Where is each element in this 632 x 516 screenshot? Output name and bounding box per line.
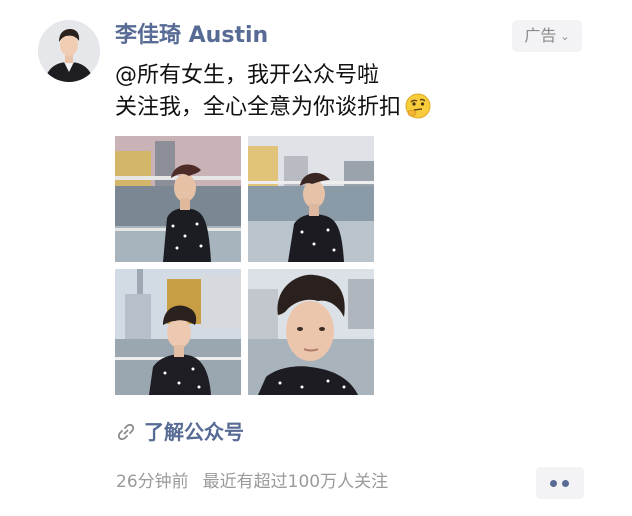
post-photo-3[interactable] — [115, 269, 241, 395]
chevron-down-icon: ⌄ — [560, 30, 570, 43]
post-time: 26分钟前 — [116, 472, 189, 492]
more-dots-icon — [562, 480, 569, 487]
learn-official-account-label: 了解公众号 — [144, 420, 244, 444]
post-text-line-1: @所有女生，我开公众号啦 — [115, 63, 380, 88]
post-text-line-2-text: 关注我，全心全意为你谈折扣 — [115, 95, 402, 120]
link-icon — [117, 423, 135, 441]
post-text-line-2: 关注我，全心全意为你谈折扣 — [115, 92, 595, 124]
post-photo-4[interactable] — [248, 269, 374, 395]
post-text: @所有女生，我开公众号啦 关注我，全心全意为你谈折扣 — [115, 60, 595, 124]
thinking-face-emoji-icon — [405, 93, 431, 119]
ad-label-button[interactable]: 广告 ⌄ — [512, 20, 582, 52]
author-avatar[interactable] — [38, 20, 100, 82]
learn-official-account-link[interactable]: 了解公众号 — [116, 418, 244, 446]
post-photo-2[interactable] — [248, 136, 374, 262]
more-options-button[interactable] — [536, 467, 584, 499]
post-reach: 最近有超过100万人关注 — [202, 472, 389, 492]
ad-label-text: 广告 — [524, 26, 557, 45]
post-photo-1[interactable] — [115, 136, 241, 262]
author-name[interactable]: 李佳琦 Austin — [115, 22, 268, 50]
more-dots-icon — [550, 480, 557, 487]
post-meta: 26分钟前 最近有超过100万人关注 — [116, 470, 388, 494]
